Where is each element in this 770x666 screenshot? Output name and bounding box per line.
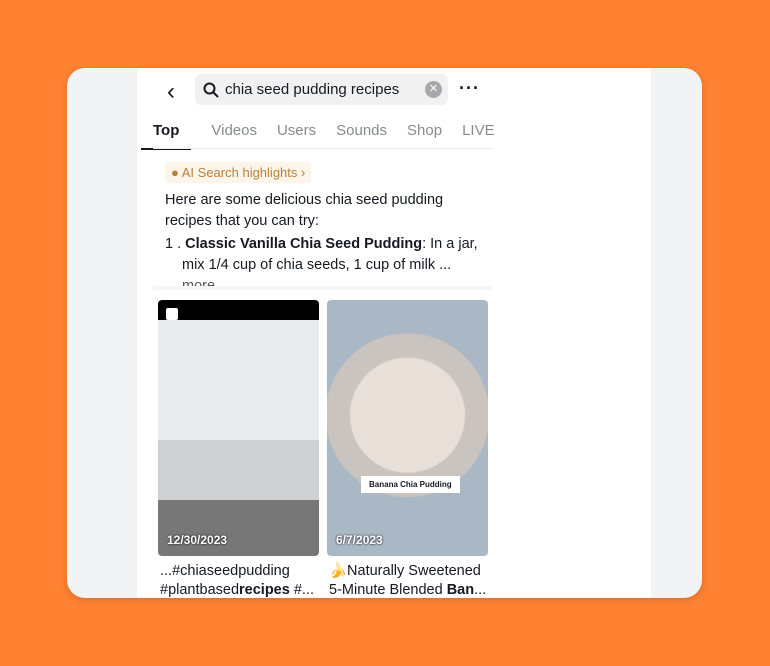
- item-title: Classic Vanilla Chia Seed Pudding: [185, 236, 423, 252]
- video-caption[interactable]: ...#chiaseedpudding #plantbasedrecipes #…: [160, 562, 325, 598]
- ai-label: AI Search highlights: [181, 165, 298, 180]
- post-date: 6/7/2023: [336, 533, 383, 547]
- divider: [153, 148, 493, 149]
- tab-videos[interactable]: Videos: [211, 122, 257, 150]
- search-icon: [203, 82, 219, 98]
- search-query: chia seed pudding recipes: [225, 81, 400, 98]
- clear-icon[interactable]: ✕: [425, 81, 442, 98]
- more-options-icon[interactable]: ···: [459, 78, 480, 99]
- tab-top[interactable]: Top: [141, 122, 192, 150]
- ai-badge-icon: ●: [171, 165, 179, 180]
- back-icon[interactable]: ‹: [167, 78, 175, 106]
- tab-bar: Top Videos Users Sounds Shop LIVE: [141, 122, 515, 150]
- video-thumbnail[interactable]: Banana Chia Pudding 6/7/2023: [327, 300, 488, 556]
- video-caption[interactable]: 🍌Naturally Sweetened 5-Minute Blended Ba…: [329, 562, 494, 598]
- overlay-text: Banana Chia Pudding: [361, 476, 460, 493]
- post-date: 12/30/2023: [167, 533, 228, 547]
- item-number: 1 .: [165, 236, 186, 252]
- summary-intro: Here are some delicious chia seed puddin…: [165, 192, 444, 229]
- app-screen: ‹ chia seed pudding recipes ✕ ··· Top Vi…: [137, 68, 651, 598]
- window: ‹ chia seed pudding recipes ✕ ··· Top Vi…: [67, 68, 702, 598]
- ai-summary: Here are some delicious chia seed puddin…: [165, 190, 485, 297]
- tab-shop[interactable]: Shop: [407, 122, 442, 150]
- tab-live[interactable]: LIVE: [462, 122, 495, 150]
- video-thumbnail[interactable]: 12/30/2023: [158, 300, 319, 556]
- tab-users[interactable]: Users: [277, 122, 316, 150]
- search-input[interactable]: chia seed pudding recipes ✕: [195, 74, 448, 105]
- tab-sounds[interactable]: Sounds: [336, 122, 387, 150]
- ai-search-highlights-button[interactable]: ● AI Search highlights ›: [165, 162, 312, 183]
- photo-icon: [166, 308, 178, 320]
- section-divider: [153, 286, 493, 290]
